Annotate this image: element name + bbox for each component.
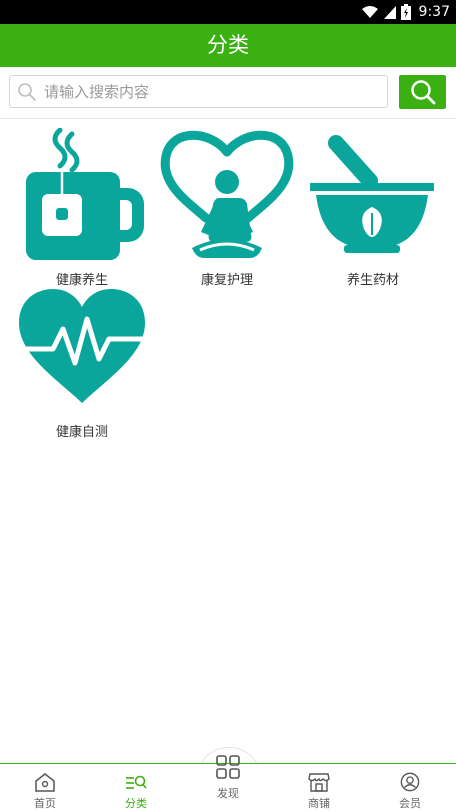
- category-label: 健康自测: [55, 425, 108, 440]
- page-title: 分类: [207, 33, 249, 57]
- search-input[interactable]: [44, 76, 374, 107]
- category-item-herbs[interactable]: 养生药材: [298, 125, 448, 288]
- user-icon: [400, 772, 420, 792]
- category-label: 养生药材: [346, 273, 399, 288]
- wifi-icon: [361, 6, 378, 18]
- title-bar: 分类: [0, 24, 456, 67]
- home-icon: [35, 773, 55, 792]
- signal-icon: [383, 6, 396, 19]
- battery-icon: [400, 4, 411, 20]
- category-item-health[interactable]: 健康养生: [7, 125, 157, 288]
- search-bar: [0, 67, 456, 119]
- status-bar: 9:37: [0, 0, 456, 24]
- tab-member[interactable]: 会员: [365, 764, 455, 812]
- category-item-selftest[interactable]: 健康自测: [7, 277, 157, 440]
- tab-label: 发现: [217, 787, 239, 800]
- tab-label: 商铺: [308, 797, 330, 810]
- search-button[interactable]: [399, 75, 446, 109]
- bottom-tab-bar: 首页 分类 发现 商铺 会员: [0, 755, 456, 812]
- tab-shop[interactable]: 商铺: [274, 764, 364, 812]
- tab-label: 分类: [125, 797, 147, 810]
- tea-cup-icon: [26, 128, 144, 260]
- shop-icon: [308, 773, 330, 792]
- tab-home[interactable]: 首页: [0, 764, 90, 812]
- tab-label: 会员: [399, 797, 421, 810]
- meditation-heart-icon: [160, 130, 294, 258]
- tab-discover[interactable]: 发现: [183, 755, 273, 812]
- category-label: 康复护理: [200, 273, 253, 288]
- grid-icon: [216, 755, 240, 779]
- tab-category[interactable]: 分类: [91, 764, 181, 812]
- search-field[interactable]: [9, 75, 388, 108]
- category-item-rehab[interactable]: 康复护理: [152, 125, 302, 288]
- search-icon: [18, 83, 36, 101]
- category-icon: [126, 775, 147, 789]
- mortar-pestle-icon: [310, 135, 434, 253]
- search-icon: [410, 80, 435, 105]
- tab-label: 首页: [34, 797, 56, 810]
- heart-pulse-icon: [18, 289, 146, 403]
- status-time: 9:37: [418, 4, 450, 20]
- status-icons: 9:37: [361, 0, 450, 24]
